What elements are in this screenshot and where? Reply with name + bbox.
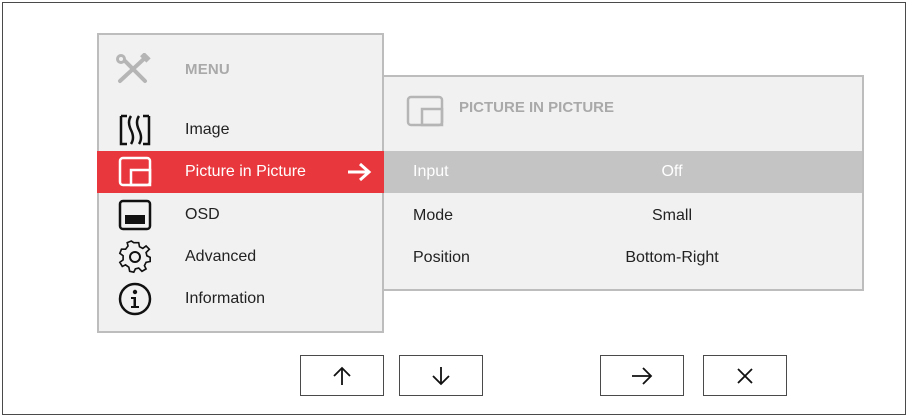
setting-name: Mode [413, 207, 454, 224]
menu-item-advanced[interactable]: Advanced [97, 237, 384, 279]
close-icon [737, 367, 753, 384]
image-icon [119, 114, 151, 146]
menu-title: MENU [185, 61, 230, 78]
submenu-title: PICTURE IN PICTURE [459, 99, 615, 116]
menu-item-image[interactable]: Image [97, 109, 384, 151]
arrow-right-icon [632, 366, 653, 385]
submenu-row-input[interactable]: Input Off [384, 151, 862, 193]
menu-item-picture-in-picture[interactable]: Picture in Picture [97, 151, 384, 193]
pip-icon [118, 156, 152, 187]
menu-item-label: Image [185, 121, 230, 138]
tools-icon [116, 53, 151, 83]
arrow-right-icon [348, 162, 372, 182]
setting-name: Position [413, 249, 470, 266]
up-button[interactable] [300, 355, 384, 396]
menu-item-information[interactable]: Information [97, 280, 384, 322]
down-button[interactable] [399, 355, 483, 396]
menu-item-label: Picture in Picture [185, 163, 306, 180]
enter-button[interactable] [600, 355, 684, 396]
setting-value: Off [661, 163, 683, 180]
osd-frame: MENU Image Picture in Picture OSD Advanc… [2, 2, 906, 415]
submenu-row-position[interactable]: Position Bottom-Right [384, 235, 862, 277]
info-icon [118, 282, 152, 316]
osd-icon [118, 199, 152, 231]
submenu-row-mode[interactable]: Mode Small [384, 193, 862, 235]
menu-item-osd[interactable]: OSD [97, 195, 384, 237]
arrow-up-icon [333, 366, 351, 385]
setting-value: Small [651, 207, 692, 224]
setting-value: Bottom-Right [625, 249, 719, 266]
submenu-panel: PICTURE IN PICTURE Input Off Mode Small … [384, 75, 864, 291]
main-menu-panel: MENU Image Picture in Picture OSD Advanc… [97, 33, 384, 333]
menu-item-label: Information [185, 290, 266, 307]
menu-item-label: OSD [185, 206, 220, 223]
arrow-down-icon [432, 366, 450, 385]
menu-item-label: Advanced [185, 248, 257, 265]
pip-icon [406, 95, 444, 127]
gear-icon [118, 240, 151, 274]
setting-name: Input [413, 163, 449, 180]
close-button[interactable] [703, 355, 787, 396]
